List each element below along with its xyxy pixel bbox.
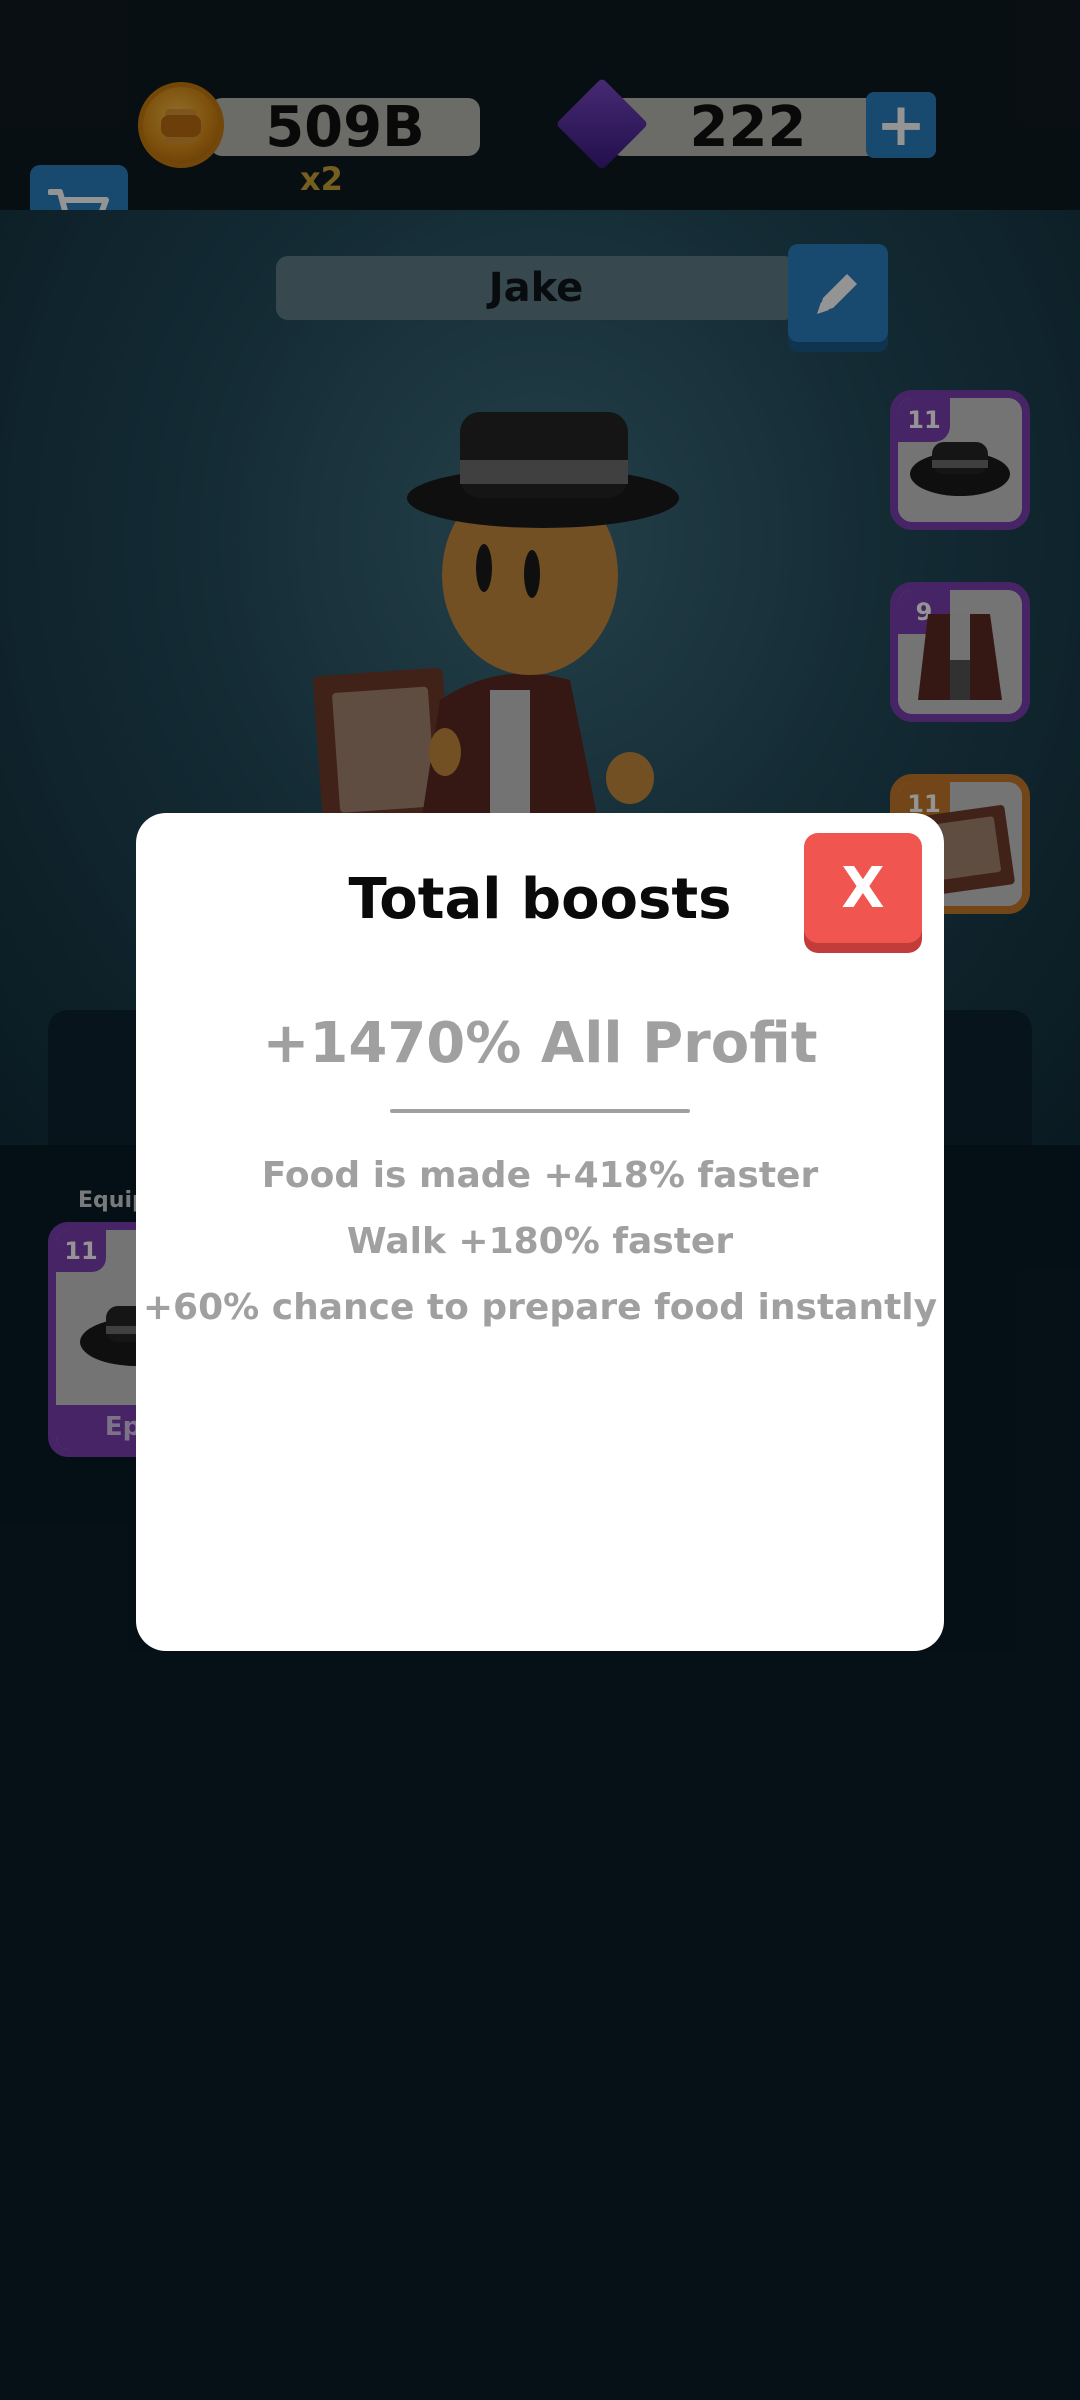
close-button[interactable]: X — [804, 833, 922, 943]
game-screen: 509B x2 222 + Jake 11 9 11 Equip 11 Ep T… — [0, 0, 1080, 2400]
boost-item: Walk +180% faster — [346, 1221, 734, 1262]
boost-item: +60% chance to prepare food instantly — [142, 1287, 938, 1328]
boost-item: Food is made +418% faster — [261, 1155, 819, 1196]
divider — [390, 1109, 690, 1113]
total-boosts-dialog: Total boosts X +1470% All Profit Food is… — [136, 813, 944, 1651]
boost-list: Food is made +418% faster Walk +180% fas… — [136, 1143, 944, 1341]
all-profit-boost: +1470% All Profit — [262, 1011, 818, 1076]
